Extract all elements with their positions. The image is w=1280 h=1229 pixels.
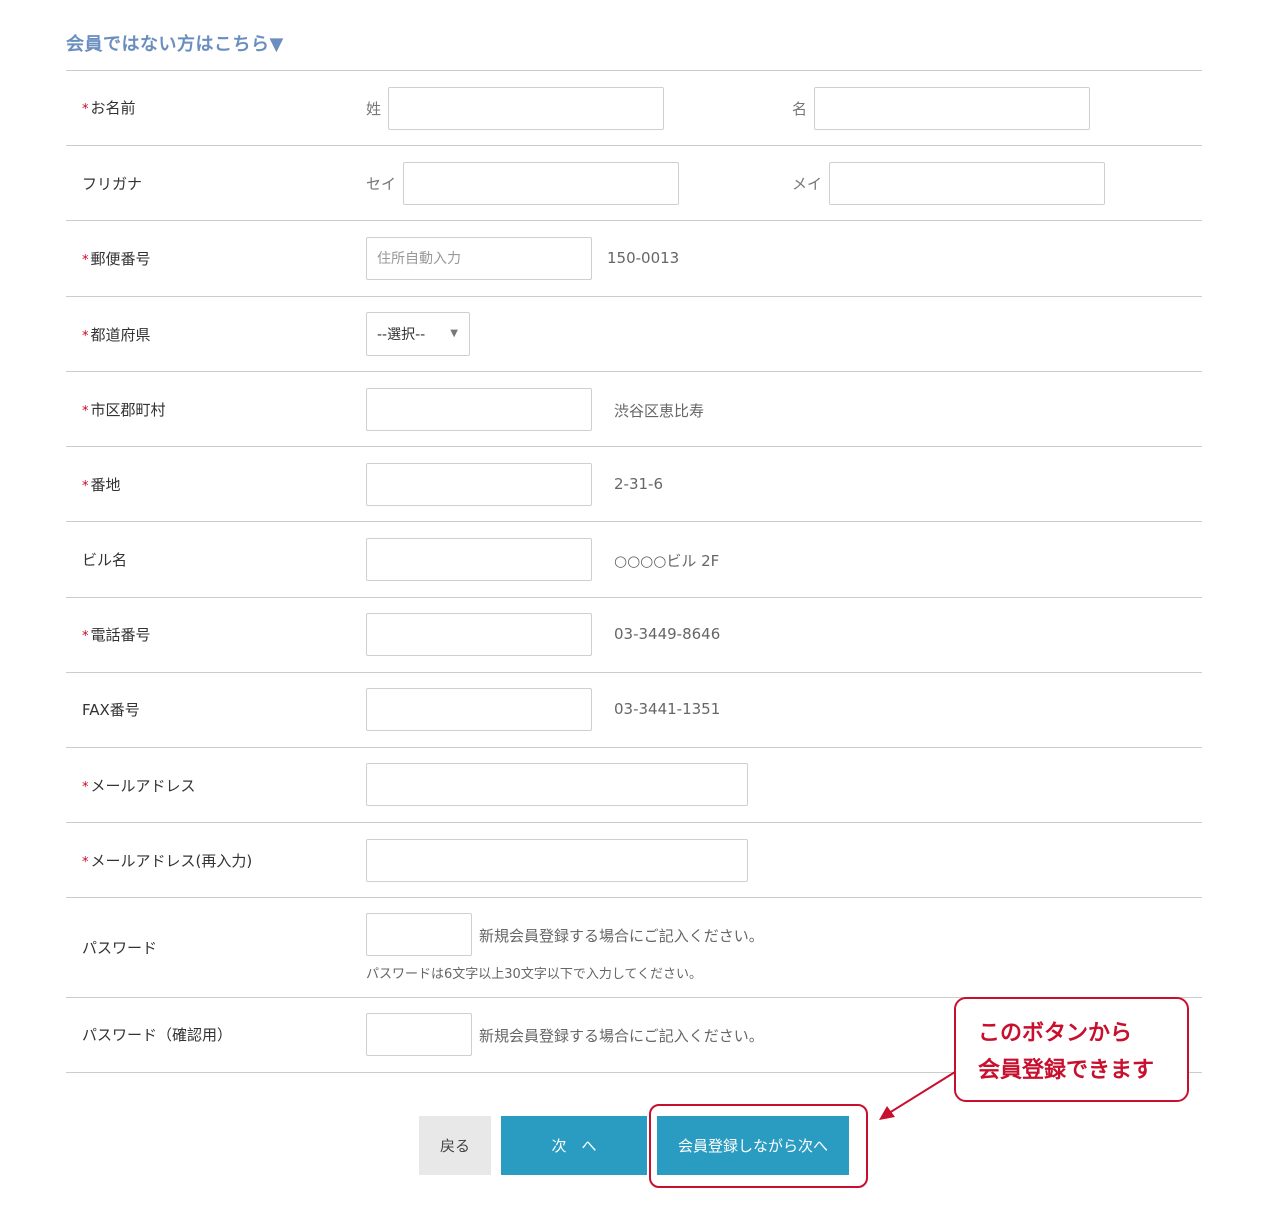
required-mark: * [82, 404, 89, 419]
email-label: * メールアドレス [82, 775, 196, 796]
chevron-down-icon: ▼ [450, 328, 458, 339]
required-mark: * [82, 780, 89, 795]
fax-label: FAX番号 [82, 701, 140, 719]
postal-code-input[interactable] [366, 237, 592, 280]
required-mark: * [82, 102, 89, 117]
furigana-label: フリガナ [82, 175, 143, 193]
button-highlight-frame [649, 1104, 868, 1188]
address-label: * 番地 [82, 474, 121, 495]
prefecture-label: * 都道府県 [82, 324, 151, 345]
first-kana-sublabel: メイ [792, 175, 823, 193]
password-confirm-hint: 新規会員登録する場合にご記入ください。 [479, 1027, 764, 1045]
divider [66, 145, 1202, 146]
password-note: パスワードは6文字以上30文字以下で入力してください。 [366, 967, 703, 982]
last-name-input[interactable] [388, 87, 664, 130]
required-mark: * [82, 329, 89, 344]
divider [66, 521, 1202, 522]
address-label-text: 番地 [90, 476, 121, 494]
divider [66, 296, 1202, 297]
divider [66, 672, 1202, 673]
email-confirm-input[interactable] [366, 839, 748, 882]
email-confirm-label-text: メールアドレス(再入力) [90, 852, 253, 870]
fax-hint: 03-3441-1351 [614, 700, 721, 718]
required-mark: * [82, 629, 89, 644]
address-hint: 2-31-6 [614, 475, 663, 493]
annotation-callout: このボタンから 会員登録できます [954, 997, 1189, 1102]
first-name-sublabel: 名 [792, 100, 808, 118]
building-hint: ○○○○ビル 2F [614, 552, 720, 570]
address-input[interactable] [366, 463, 592, 506]
divider [66, 70, 1202, 71]
city-input[interactable] [366, 388, 592, 431]
postal-label: * 郵便番号 [82, 248, 151, 269]
divider [66, 597, 1202, 598]
section-title: 会員ではない方はこちら▼ [66, 34, 284, 55]
divider [66, 897, 1202, 898]
city-label: * 市区郡町村 [82, 399, 166, 420]
callout-line-2: 会員登録できます [978, 1058, 1155, 1083]
password-label: パスワード [82, 939, 158, 957]
prefecture-select[interactable]: --選択-- ▼ [366, 312, 470, 356]
password-hint: 新規会員登録する場合にご記入ください。 [479, 927, 764, 945]
email-confirm-label: * メールアドレス(再入力) [82, 850, 252, 871]
annotation-arrow-icon [879, 1071, 956, 1120]
building-input[interactable] [366, 538, 592, 581]
next-button[interactable]: 次 へ [501, 1116, 647, 1175]
phone-hint: 03-3449-8646 [614, 625, 721, 643]
email-input[interactable] [366, 763, 748, 806]
first-name-input[interactable] [814, 87, 1090, 130]
divider [66, 220, 1202, 221]
divider [66, 371, 1202, 372]
city-label-text: 市区郡町村 [90, 401, 166, 419]
prefecture-selected: --選択-- [377, 327, 426, 343]
phone-label: * 電話番号 [82, 624, 151, 645]
city-hint: 渋谷区恵比寿 [614, 402, 705, 420]
required-mark: * [82, 253, 89, 268]
password-confirm-label: パスワード（確認用） [82, 1026, 233, 1044]
name-label: * お名前 [82, 97, 136, 118]
last-kana-sublabel: セイ [366, 175, 397, 193]
phone-label-text: 電話番号 [90, 626, 151, 644]
prefecture-label-text: 都道府県 [90, 326, 151, 344]
divider [66, 747, 1202, 748]
postal-label-text: 郵便番号 [90, 250, 151, 268]
phone-input[interactable] [366, 613, 592, 656]
required-mark: * [82, 479, 89, 494]
first-kana-input[interactable] [829, 162, 1105, 205]
callout-line-1: このボタンから [978, 1021, 1133, 1046]
password-confirm-input[interactable] [366, 1013, 472, 1056]
postal-hint: 150-0013 [607, 249, 680, 267]
divider [66, 822, 1202, 823]
back-button[interactable]: 戻る [419, 1116, 491, 1175]
last-name-sublabel: 姓 [366, 100, 382, 118]
building-label: ビル名 [82, 551, 128, 569]
email-label-text: メールアドレス [90, 777, 196, 795]
name-label-text: お名前 [90, 99, 136, 117]
last-kana-input[interactable] [403, 162, 679, 205]
required-mark: * [82, 855, 89, 870]
divider [66, 446, 1202, 447]
password-input[interactable] [366, 913, 472, 956]
fax-input[interactable] [366, 688, 592, 731]
